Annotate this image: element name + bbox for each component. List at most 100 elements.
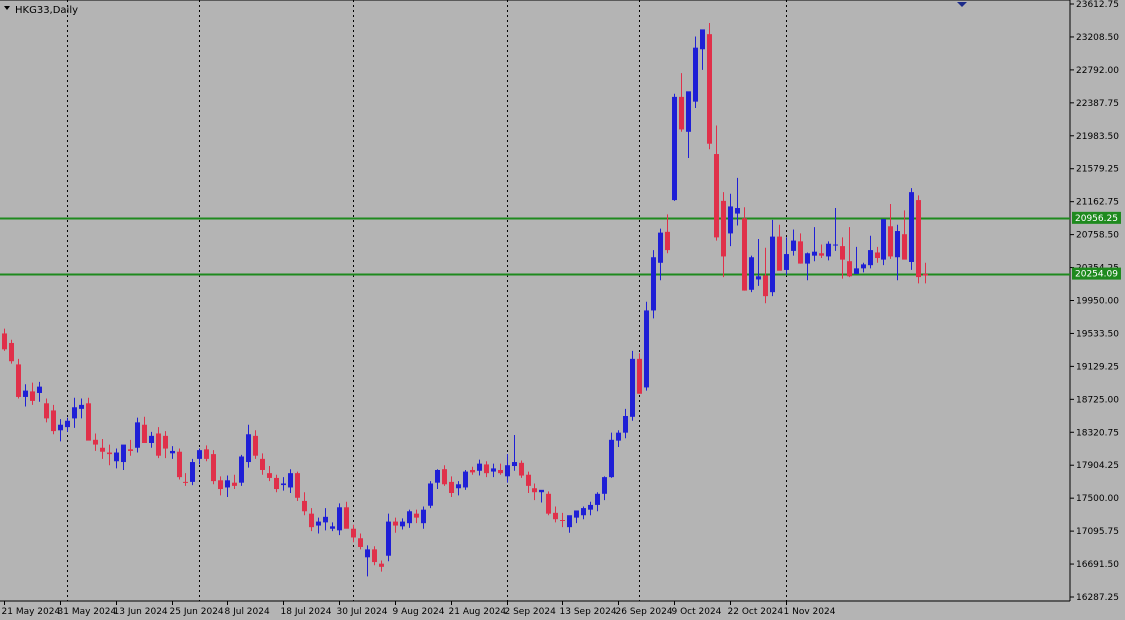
- candle-body: [177, 451, 182, 478]
- candle-body: [393, 521, 398, 526]
- candle-body: [302, 500, 307, 512]
- y-tick-label: 17500.00: [1076, 494, 1119, 504]
- candle-body: [337, 507, 342, 531]
- x-tick-label: 22 Oct 2024: [728, 607, 784, 617]
- candle-body: [665, 231, 670, 251]
- candle-body: [135, 422, 140, 448]
- candle-body: [477, 463, 482, 471]
- candle-body: [93, 439, 98, 445]
- candle-body: [30, 391, 35, 401]
- candle-body: [616, 432, 621, 441]
- candle-body: [714, 154, 719, 238]
- candle-body: [609, 439, 614, 478]
- candlestick-chart[interactable]: 23612.75 23208.50 22792.00 22387.75 21983.50…: [0, 0, 1125, 620]
- candle-body: [372, 549, 377, 563]
- candle: [428, 481, 433, 509]
- x-tick-label: 2 Sep 2024: [505, 607, 557, 617]
- candle-body: [895, 231, 900, 258]
- candle: [637, 353, 642, 394]
- x-tick-label: 9 Aug 2024: [393, 607, 445, 617]
- candle-body: [553, 512, 558, 520]
- candle-body: [672, 96, 677, 201]
- candle-body: [491, 468, 496, 472]
- candle-body: [58, 424, 63, 431]
- candle-body: [267, 473, 272, 478]
- candle-body: [868, 250, 873, 266]
- candle: [672, 93, 677, 201]
- candle-body: [470, 469, 475, 473]
- candle-body: [309, 513, 314, 528]
- candle-body: [65, 420, 70, 428]
- candle-body: [805, 253, 810, 264]
- candle-body: [79, 404, 84, 409]
- candle-body: [107, 452, 112, 455]
- candle: [651, 250, 656, 319]
- candle-body: [463, 471, 468, 488]
- candle-body: [149, 435, 154, 443]
- candle-body: [358, 538, 363, 547]
- y-tick-label: 19129.25: [1076, 362, 1119, 372]
- y-tick-label: 23612.75: [1076, 0, 1119, 10]
- candle-body: [721, 200, 726, 257]
- candle-body: [623, 416, 628, 433]
- candle: [519, 460, 524, 478]
- candle-body: [170, 450, 175, 454]
- candle: [742, 207, 747, 291]
- y-tick-label: 23208.50: [1076, 33, 1119, 43]
- candle-body: [156, 433, 161, 456]
- candle-body: [909, 192, 914, 262]
- candle-body: [449, 481, 454, 494]
- candle-body: [749, 257, 754, 290]
- y-tick-label: 18320.75: [1076, 428, 1119, 438]
- candle-body: [316, 521, 321, 526]
- candle-body: [923, 273, 928, 276]
- candle-body: [819, 253, 824, 256]
- y-tick-label: 21162.75: [1076, 198, 1119, 208]
- candle: [546, 491, 551, 516]
- candle-body: [602, 477, 607, 494]
- level-label-0: 20956.25: [1075, 214, 1118, 224]
- candle-body: [581, 508, 586, 516]
- candle: [463, 469, 468, 490]
- candle-body: [421, 509, 426, 524]
- candle: [295, 471, 300, 501]
- candle-body: [330, 526, 335, 529]
- candle-body: [777, 236, 782, 271]
- candle-body: [854, 268, 859, 274]
- candle-body: [658, 232, 663, 263]
- y-tick-label: 20758.50: [1076, 231, 1119, 241]
- level-label-1: 20254.09: [1075, 270, 1118, 280]
- x-tick-label: 18 Jul 2024: [281, 607, 332, 617]
- candle-body: [211, 454, 216, 482]
- y-tick-label: 16287.25: [1076, 593, 1119, 603]
- candle-body: [407, 511, 412, 524]
- candle-body: [456, 484, 461, 489]
- candle-body: [519, 462, 524, 476]
- y-tick-label: 18725.00: [1076, 395, 1119, 405]
- candle-body: [344, 507, 349, 529]
- candle-body: [218, 480, 223, 490]
- y-tick-label: 17904.25: [1076, 461, 1119, 471]
- candle-body: [881, 219, 886, 260]
- candle-body: [239, 456, 244, 483]
- candle-body: [183, 481, 188, 483]
- y-tick-label: 21983.50: [1076, 132, 1119, 142]
- candle-body: [351, 528, 356, 538]
- candle-body: [833, 244, 838, 246]
- candle-body: [512, 462, 517, 467]
- candle-body: [735, 208, 740, 214]
- candle-body: [484, 464, 489, 474]
- candle-body: [323, 516, 328, 523]
- candle-body: [386, 521, 391, 556]
- candle: [239, 454, 244, 486]
- candle-body: [9, 342, 14, 362]
- candle-body: [784, 254, 789, 270]
- candle-body: [44, 403, 49, 419]
- candle: [86, 397, 91, 441]
- candle: [881, 219, 886, 266]
- candle-body: [281, 483, 286, 486]
- candle-body: [128, 449, 133, 451]
- candle-body: [888, 226, 893, 257]
- candle-body: [100, 447, 105, 452]
- candle-body: [861, 264, 866, 269]
